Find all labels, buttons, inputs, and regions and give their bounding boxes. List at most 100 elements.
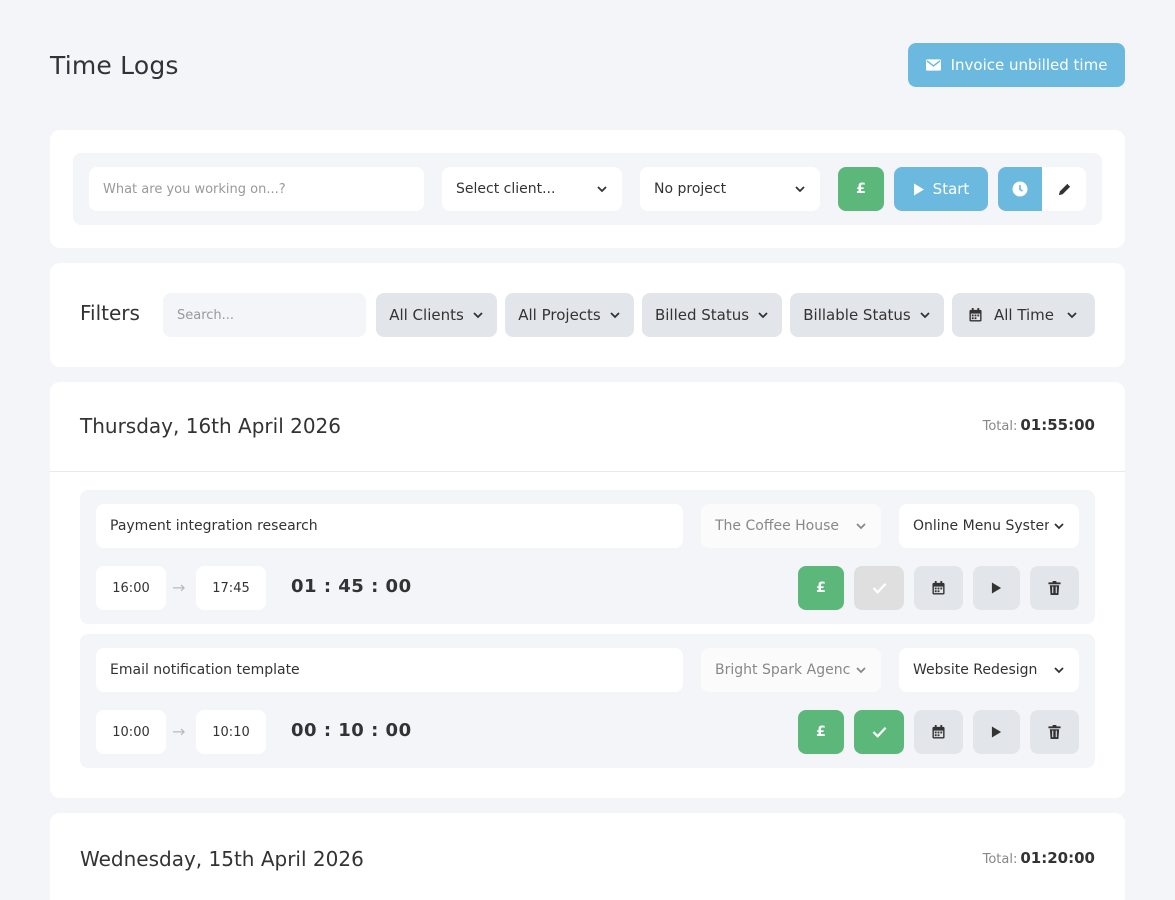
day-group-card: Thursday, 16th April 2026 Total: 01:55:00… [50, 382, 1125, 798]
manual-mode-button[interactable] [1042, 167, 1086, 211]
entry-end-time: 17:45 [212, 580, 250, 596]
pound-icon: £ [856, 181, 866, 197]
divider [50, 471, 1125, 472]
filters-card: Filters Search... All Clients All Projec… [50, 263, 1125, 367]
chevron-down-icon [758, 312, 768, 319]
timer-billable-toggle[interactable]: £ [838, 167, 884, 211]
timer-description-input[interactable]: What are you working on...? [89, 167, 424, 211]
check-icon [872, 583, 886, 594]
filter-search-input[interactable]: Search... [163, 293, 366, 337]
filter-clients-dropdown[interactable]: All Clients [376, 293, 497, 337]
chevron-down-icon [1054, 523, 1064, 530]
day-total: Total: 01:20:00 [983, 849, 1095, 867]
filter-time-range-dropdown[interactable]: All Time [952, 293, 1095, 337]
day-total-value: 01:55:00 [1020, 416, 1095, 434]
filter-billable-status-dropdown[interactable]: Billable Status [790, 293, 944, 337]
timer-mode-button[interactable] [998, 167, 1042, 211]
day-total-label: Total: [982, 852, 1018, 867]
entry-end-time-input[interactable]: 10:10 [196, 710, 266, 754]
entry-client-select[interactable]: Bright Spark Agency [701, 648, 881, 692]
chevron-down-icon [856, 667, 866, 674]
entry-description: Email notification template [110, 662, 300, 678]
entry-date-button[interactable] [914, 710, 963, 754]
chevron-down-icon [610, 312, 620, 319]
timer-client-value: Select client... [456, 181, 556, 197]
timer-project-select[interactable]: No project [640, 167, 820, 211]
calendar-icon [969, 308, 982, 322]
entry-billed-toggle[interactable] [854, 710, 904, 754]
day-group-card: Wednesday, 15th April 2026 Total: 01:20:0… [50, 813, 1125, 900]
chevron-down-icon [473, 312, 483, 319]
chevron-down-icon [856, 523, 866, 530]
filter-projects-dropdown[interactable]: All Projects [505, 293, 634, 337]
page-header: Time Logs Invoice unbilled time [50, 43, 1125, 87]
pencil-icon [1058, 183, 1070, 195]
entry-start-time-input[interactable]: 16:00 [96, 566, 166, 610]
filter-billed-status-label: Billed Status [654, 306, 750, 324]
entry-resume-button[interactable] [973, 710, 1020, 754]
check-icon [872, 727, 886, 738]
entry-delete-button[interactable] [1030, 710, 1079, 754]
timer-bar: What are you working on...? Select clien… [73, 153, 1102, 225]
entry-project-select[interactable]: Online Menu System [899, 504, 1079, 548]
entry-project-select[interactable]: Website Redesign [899, 648, 1079, 692]
play-icon [991, 582, 1002, 594]
filter-billable-status-label: Billable Status [803, 306, 911, 324]
trash-icon [1048, 725, 1061, 739]
page-title: Time Logs [50, 50, 179, 80]
invoice-unbilled-button[interactable]: Invoice unbilled time [908, 43, 1125, 87]
calendar-icon [932, 581, 945, 595]
day-total-value: 01:20:00 [1020, 849, 1095, 867]
timer-start-button[interactable]: Start [894, 167, 988, 211]
timer-client-select[interactable]: Select client... [442, 167, 622, 211]
clock-icon [1012, 181, 1028, 197]
time-entry: Email notification template Bright Spark… [80, 634, 1095, 768]
entry-end-time: 10:10 [212, 724, 250, 740]
entry-billed-toggle[interactable] [854, 566, 904, 610]
entry-date-button[interactable] [914, 566, 963, 610]
day-date: Thursday, 16th April 2026 [80, 414, 342, 438]
timer-card: What are you working on...? Select clien… [50, 130, 1125, 248]
entry-client-select[interactable]: The Coffee House [701, 504, 881, 548]
day-date: Wednesday, 15th April 2026 [80, 847, 364, 871]
entry-project-value: Website Redesign [913, 662, 1038, 678]
day-total-label: Total: [982, 419, 1018, 434]
chevron-down-icon [920, 312, 930, 319]
entry-project-value: Online Menu System [913, 518, 1049, 534]
invoice-unbilled-label: Invoice unbilled time [950, 56, 1108, 74]
filters-label: Filters [80, 301, 140, 325]
play-icon [913, 183, 924, 195]
chevron-down-icon [1067, 312, 1077, 319]
entry-end-time-input[interactable]: 17:45 [196, 566, 266, 610]
filter-projects-label: All Projects [518, 306, 601, 324]
day-total: Total: 01:55:00 [983, 416, 1095, 434]
timer-description-placeholder: What are you working on...? [103, 181, 286, 197]
entry-duration: 00 : 10 : 00 [291, 720, 412, 741]
entry-billable-toggle[interactable]: £ [798, 566, 844, 610]
entry-billable-toggle[interactable]: £ [798, 710, 844, 754]
chevron-down-icon [795, 186, 805, 193]
trash-icon [1048, 581, 1061, 595]
chevron-down-icon [1054, 667, 1064, 674]
play-icon [991, 726, 1002, 738]
entry-resume-button[interactable] [973, 566, 1020, 610]
time-entry: Payment integration research The Coffee … [80, 490, 1095, 624]
filter-clients-label: All Clients [389, 306, 464, 324]
entry-start-time: 10:00 [112, 724, 150, 740]
chevron-down-icon [597, 186, 607, 193]
entry-delete-button[interactable] [1030, 566, 1079, 610]
entry-description-input[interactable]: Payment integration research [96, 504, 683, 548]
entry-client-value: Bright Spark Agency [715, 662, 851, 678]
timer-start-label: Start [932, 180, 970, 198]
entry-start-time-input[interactable]: 10:00 [96, 710, 166, 754]
envelope-icon [925, 59, 941, 71]
arrow-right-icon: → [172, 722, 186, 741]
entry-description-input[interactable]: Email notification template [96, 648, 683, 692]
pound-icon: £ [816, 580, 826, 596]
entry-client-value: The Coffee House [715, 518, 840, 534]
filter-billed-status-dropdown[interactable]: Billed Status [642, 293, 782, 337]
calendar-icon [932, 725, 945, 739]
filter-search-placeholder: Search... [177, 307, 235, 323]
arrow-right-icon: → [172, 578, 186, 597]
timer-project-value: No project [654, 181, 727, 197]
